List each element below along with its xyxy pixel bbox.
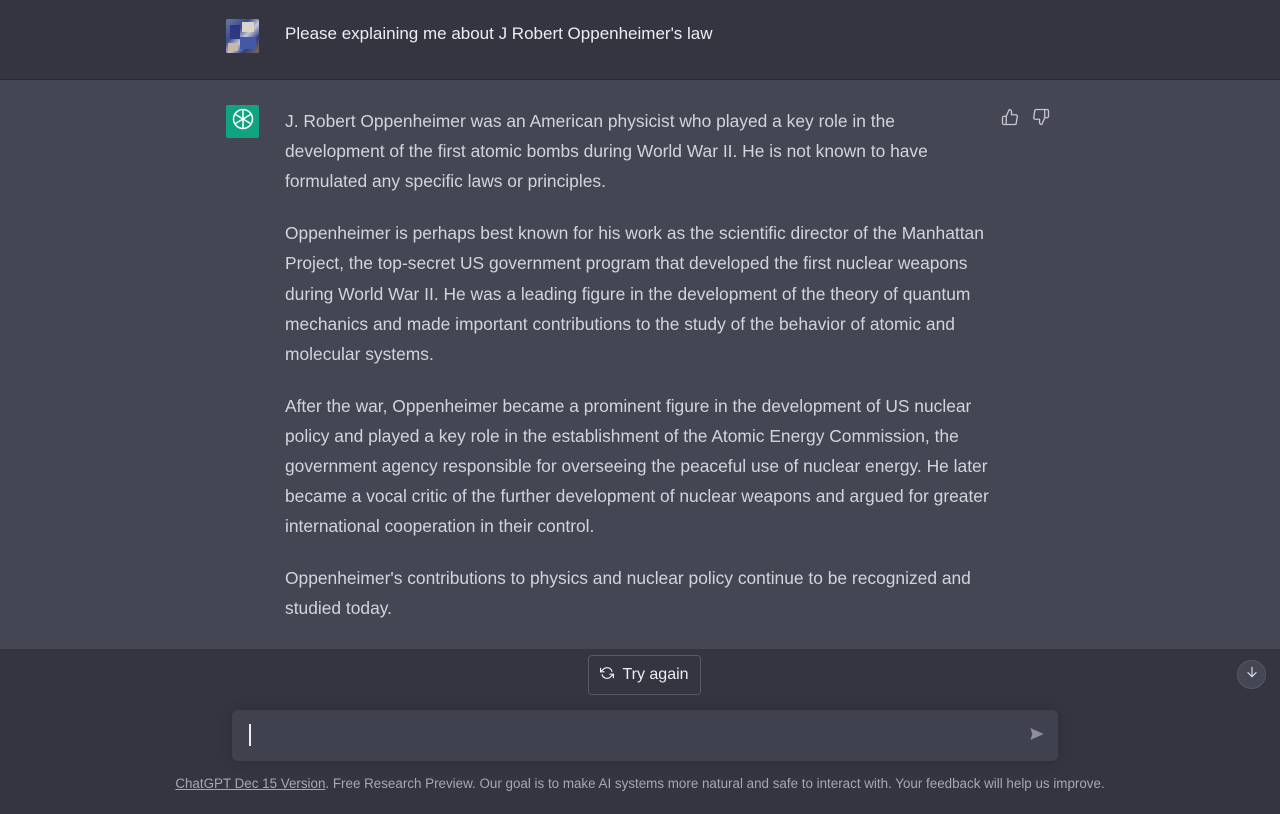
user-avatar <box>226 19 259 53</box>
try-again-label: Try again <box>622 666 689 683</box>
answer-paragraph-2: Oppenheimer is perhaps best known for hi… <box>285 223 984 364</box>
try-again-button[interactable]: Try again <box>588 655 701 695</box>
composer-area: Try again ChatGPT Dec 15 Version. Free R… <box>0 649 1280 814</box>
chatgpt-avatar <box>226 105 259 138</box>
thumbs-up-button[interactable] <box>999 108 1021 130</box>
footer-text: . Free Research Preview. Our goal is to … <box>325 776 1105 791</box>
thumbs-down-icon <box>1032 108 1050 131</box>
scroll-to-bottom-button[interactable] <box>1237 660 1266 689</box>
thumbs-down-button[interactable] <box>1030 108 1052 130</box>
message-input[interactable] <box>248 723 1008 749</box>
answer-paragraph-4: Oppenheimer's contributions to physics a… <box>285 568 971 619</box>
arrow-down-icon <box>1245 665 1259 684</box>
refresh-icon <box>600 666 615 685</box>
answer-paragraph-3: After the war, Oppenheimer became a prom… <box>285 395 989 537</box>
thumbs-up-icon <box>1001 108 1019 131</box>
user-message-row: Please explaining me about J Robert Oppe… <box>0 0 1280 80</box>
assistant-message-row: J. Robert Oppenheimer was an American ph… <box>0 80 1280 649</box>
text-caret <box>249 724 251 746</box>
answer-paragraph-1: J. Robert Oppenheimer was an American ph… <box>285 111 928 192</box>
send-icon <box>1029 726 1045 747</box>
assistant-message-text: J. Robert Oppenheimer was an American ph… <box>285 106 990 645</box>
send-button[interactable] <box>1026 726 1048 746</box>
user-message-text: Please explaining me about J Robert Oppe… <box>285 24 713 43</box>
footer-disclaimer: ChatGPT Dec 15 Version. Free Research Pr… <box>0 776 1280 791</box>
message-input-box[interactable] <box>232 710 1058 761</box>
openai-logo-icon <box>231 107 255 136</box>
version-link[interactable]: ChatGPT Dec 15 Version <box>175 776 325 791</box>
